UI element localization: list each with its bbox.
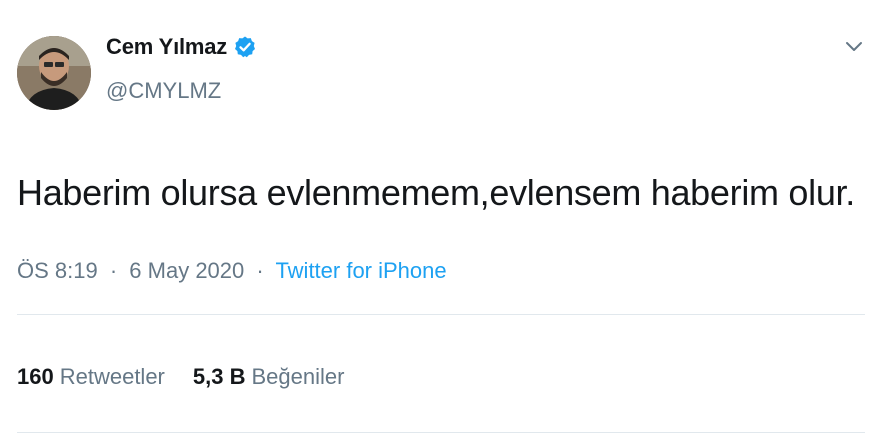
retweets-count: 160 [17,364,54,389]
divider [17,314,865,315]
tweet-card: Cem Yılmaz @CMYLMZ Haberim olursa evlenm… [0,0,880,440]
retweets-label: Retweetler [59,364,165,389]
retweets-stat[interactable]: 160 Retweetler [17,364,165,390]
likes-label: Beğeniler [251,364,345,389]
tweet-stats: 160 Retweetler 5,3 B Beğeniler [17,364,344,390]
tweet-date[interactable]: 6 May 2020 [129,258,244,283]
meta-separator: · [256,258,264,283]
likes-count: 5,3 B [192,364,246,389]
user-handle[interactable]: @CMYLMZ [106,78,221,104]
tweet-time[interactable]: ÖS 8:19 [17,258,98,283]
tweet-meta: ÖS 8:19 · 6 May 2020 · Twitter for iPhon… [17,258,447,284]
likes-stat[interactable]: 5,3 B Beğeniler [193,364,345,390]
avatar[interactable] [17,36,91,110]
chevron-down-icon[interactable] [843,38,865,56]
tweet-text: Haberim olursa evlenmemem,evlensem haber… [17,172,855,213]
display-name[interactable]: Cem Yılmaz [106,34,227,60]
meta-separator: · [109,258,118,283]
tweet-source-link[interactable]: Twitter for iPhone [275,258,446,283]
verified-badge-icon [233,35,257,59]
divider [17,432,865,433]
author-row: Cem Yılmaz [106,34,257,60]
